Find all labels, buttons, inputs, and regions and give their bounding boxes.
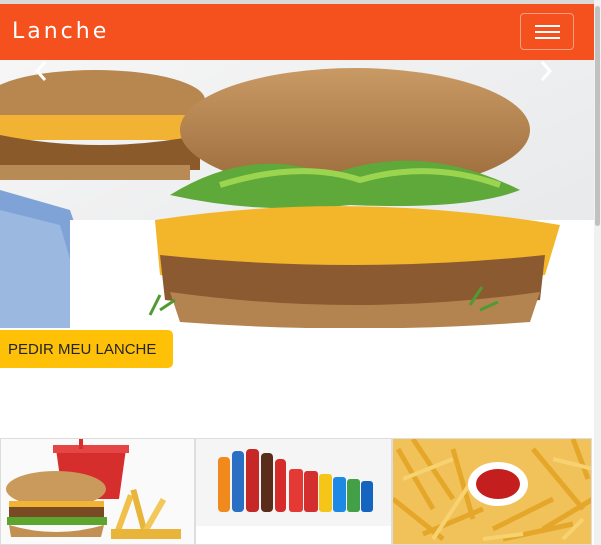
hero-carousel (0, 60, 594, 328)
card-burger-combo[interactable] (0, 438, 195, 545)
brand-logo[interactable]: Lanche (12, 19, 109, 44)
chevron-right-icon[interactable] (539, 60, 553, 82)
burger-combo-photo (1, 439, 194, 544)
hamburger-menu-icon (535, 25, 560, 27)
product-cards (0, 438, 594, 545)
card-french-fries[interactable] (392, 438, 592, 545)
hamburger-line (535, 31, 560, 33)
hamburger-line (535, 37, 560, 39)
burger-photo (0, 60, 594, 328)
card-soft-drinks[interactable] (195, 438, 392, 545)
scrollbar-thumb[interactable] (595, 6, 600, 226)
order-button[interactable]: PEDIR MEU LANCHE (0, 330, 173, 368)
french-fries-photo (393, 439, 591, 544)
chevron-left-icon[interactable] (34, 60, 48, 82)
navbar: Lanche (0, 4, 594, 60)
menu-toggle-button[interactable] (520, 13, 574, 50)
soft-drinks-photo (196, 439, 391, 544)
